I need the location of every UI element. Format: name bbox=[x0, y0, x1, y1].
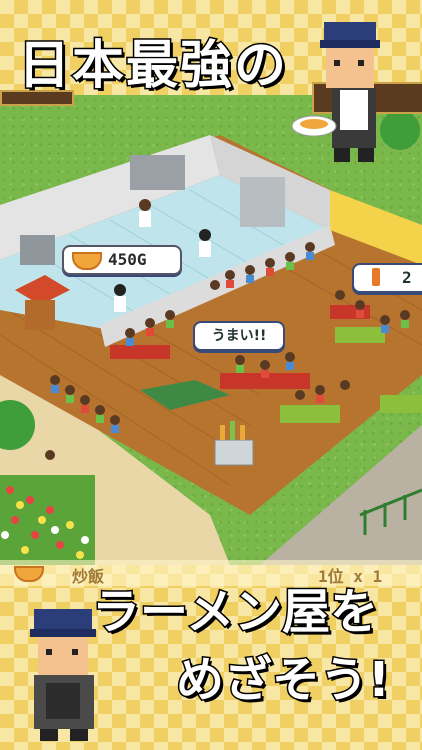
speech-bubble: うまい!! bbox=[193, 321, 285, 351]
drink-stand bbox=[214, 439, 254, 466]
bottom-menu-bar: 炒飯 1位 x 1 bbox=[0, 560, 422, 586]
right-counter-bubble: 2 bbox=[352, 263, 422, 293]
green-table bbox=[380, 395, 422, 413]
price-tag-bubble: 450G bbox=[62, 245, 182, 275]
tulip-garden bbox=[0, 475, 95, 565]
price-tag-value: 450G bbox=[108, 250, 147, 269]
ramen-bowl-icon bbox=[14, 566, 44, 582]
food-stall bbox=[25, 300, 55, 330]
bottle-icon bbox=[372, 268, 380, 286]
headline-bottom-line2: めざそう! bbox=[175, 652, 392, 708]
green-table bbox=[280, 405, 340, 423]
headline-bottom-line1: ラーメン屋を bbox=[90, 584, 379, 640]
ramen-bowl-icon bbox=[72, 252, 102, 270]
red-sofa bbox=[110, 345, 170, 359]
stove bbox=[130, 155, 185, 190]
refrigerator bbox=[240, 177, 285, 227]
headline-top: 日本最強の bbox=[16, 36, 289, 96]
sink bbox=[20, 235, 55, 265]
waiter-character bbox=[291, 14, 412, 164]
game-scene[interactable]: 450G うまい!! 2 bbox=[0, 95, 422, 565]
right-counter-value: 2 bbox=[402, 268, 412, 287]
green-table bbox=[335, 327, 385, 343]
